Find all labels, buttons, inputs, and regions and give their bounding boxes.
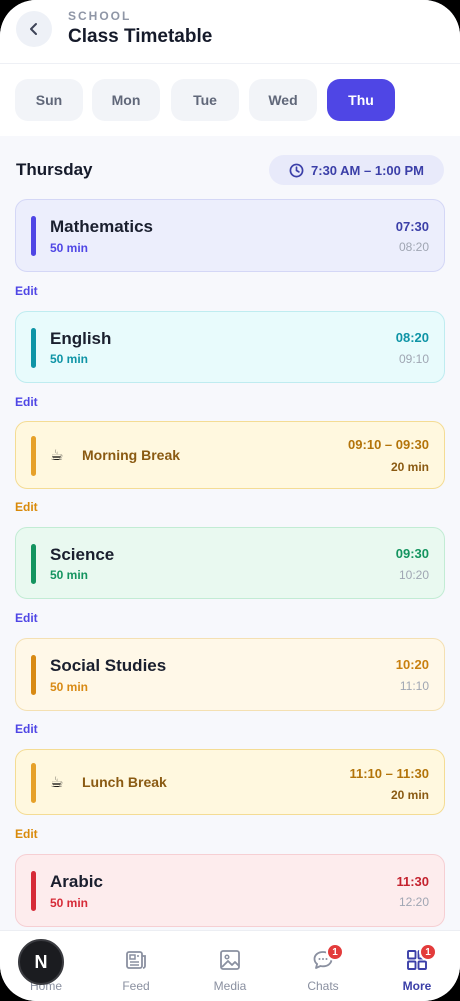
- day-tabs: Sun Mon Tue Wed Thu: [0, 64, 460, 136]
- avatar-letter: N: [34, 951, 48, 972]
- period-end: 11:10: [399, 679, 429, 693]
- period-name: English: [50, 329, 112, 348]
- page-title: Class Timetable: [68, 26, 213, 47]
- home-avatar-button[interactable]: N: [18, 939, 64, 985]
- break-card-lunch[interactable]: ☕ Lunch Break 11:10 – 11:30 20 min: [15, 749, 445, 815]
- period-start: 11:30: [396, 874, 429, 889]
- edit-social-studies[interactable]: Edit: [15, 722, 38, 736]
- app-header: SCHOOL Class Timetable: [0, 0, 460, 64]
- accent-bar: [31, 871, 36, 911]
- bottom-nav: Home Feed Media 1 Chats 1 More: [0, 930, 460, 1001]
- nav-label: Media: [213, 979, 247, 993]
- period-card-mathematics[interactable]: Mathematics 50 min 07:30 08:20: [15, 199, 445, 272]
- tab-sun[interactable]: Sun: [15, 79, 83, 121]
- edit-science[interactable]: Edit: [15, 611, 38, 625]
- period-start: 10:20: [395, 657, 429, 672]
- feed-icon: [126, 951, 146, 969]
- accent-bar: [31, 328, 36, 368]
- edit-morning-break[interactable]: Edit: [15, 500, 38, 514]
- break-range: 11:10 – 11:30: [349, 766, 429, 781]
- accent-bar: [31, 544, 36, 584]
- accent-bar: [31, 436, 36, 476]
- nav-label: Chats: [307, 979, 339, 993]
- break-range: 09:10 – 09:30: [348, 437, 429, 452]
- period-duration: 50 min: [50, 568, 89, 582]
- period-card-science[interactable]: Science 50 min 09:30 10:20: [15, 527, 445, 599]
- more-badge: 1: [419, 943, 437, 961]
- header-kicker: SCHOOL: [68, 9, 132, 23]
- period-duration: 50 min: [50, 241, 89, 255]
- tab-mon[interactable]: Mon: [92, 79, 160, 121]
- period-duration: 50 min: [50, 896, 89, 910]
- accent-bar: [31, 763, 36, 803]
- time-range-badge: 7:30 AM – 1:00 PM: [269, 155, 444, 185]
- time-range-text: 7:30 AM – 1:00 PM: [311, 162, 424, 178]
- nav-media[interactable]: Media: [184, 931, 276, 1001]
- back-button[interactable]: [16, 11, 52, 47]
- tab-tue[interactable]: Tue: [171, 79, 239, 121]
- coffee-icon: ☕: [50, 774, 64, 791]
- nav-label: More: [402, 979, 432, 993]
- timetable-screen: SCHOOL Class Timetable Sun Mon Tue Wed T…: [0, 0, 460, 1001]
- break-name: Lunch Break: [82, 774, 167, 790]
- accent-bar: [31, 216, 36, 256]
- chats-badge: 1: [326, 943, 344, 961]
- clock-icon: [289, 163, 304, 177]
- day-heading: Thursday: [16, 160, 93, 179]
- period-end: 09:10: [398, 352, 429, 366]
- edit-lunch-break[interactable]: Edit: [15, 827, 38, 841]
- chevron-left-icon: [30, 23, 37, 35]
- period-end: 08:20: [398, 240, 429, 254]
- accent-bar: [31, 655, 36, 695]
- period-start: 09:30: [395, 546, 429, 561]
- period-duration: 50 min: [50, 680, 89, 694]
- tab-thu[interactable]: Thu: [327, 79, 395, 121]
- period-card-english[interactable]: English 50 min 08:20 09:10: [15, 311, 445, 383]
- break-duration: 20 min: [390, 460, 429, 474]
- edit-english[interactable]: Edit: [15, 395, 38, 409]
- period-name: Arabic: [50, 872, 103, 891]
- period-end: 10:20: [398, 568, 429, 582]
- period-duration: 50 min: [50, 352, 89, 366]
- nav-feed[interactable]: Feed: [90, 931, 182, 1001]
- image-icon: [220, 950, 240, 970]
- break-duration: 20 min: [390, 788, 429, 802]
- period-start: 08:20: [395, 330, 429, 345]
- period-name: Science: [50, 545, 115, 564]
- edit-mathematics[interactable]: Edit: [15, 284, 38, 298]
- coffee-icon: ☕: [50, 447, 64, 464]
- nav-chats[interactable]: 1 Chats: [277, 931, 369, 1001]
- period-start: 07:30: [395, 219, 429, 234]
- period-name: Mathematics: [50, 217, 153, 236]
- nav-label: Feed: [122, 979, 150, 993]
- tab-wed[interactable]: Wed: [249, 79, 317, 121]
- period-end: 12:20: [398, 895, 429, 909]
- break-name: Morning Break: [82, 447, 181, 463]
- period-card-arabic[interactable]: Arabic 50 min 11:30 12:20: [15, 854, 445, 927]
- nav-more[interactable]: 1 More: [371, 931, 460, 1001]
- break-card-morning[interactable]: ☕ Morning Break 09:10 – 09:30 20 min: [15, 421, 445, 489]
- period-card-social-studies[interactable]: Social Studies 50 min 10:20 11:10: [15, 638, 445, 711]
- period-name: Social Studies: [50, 656, 167, 675]
